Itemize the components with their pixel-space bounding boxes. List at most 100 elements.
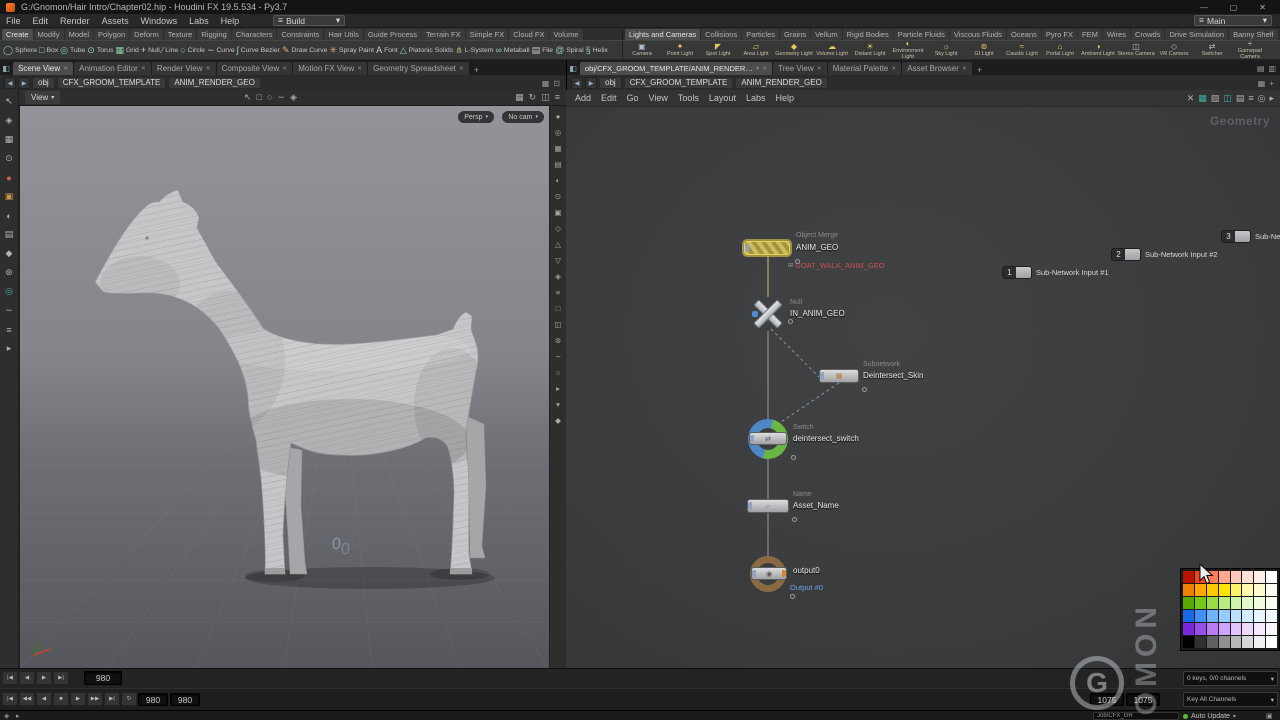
viewport-side-icon[interactable]: ◇ [552, 222, 564, 234]
playback-button[interactable]: ◀◀ [19, 692, 35, 706]
main-desktop-selector[interactable]: ≡ Main ▾ [1194, 15, 1272, 26]
display-flag[interactable] [752, 311, 758, 317]
forward-icon[interactable]: ▶ [18, 77, 30, 89]
breadcrumb-level2[interactable]: ANIM_RENDER_GEO [168, 77, 260, 89]
shelf-tool[interactable]: ⊙ Torus [87, 46, 113, 55]
shelf-tool[interactable]: ▣ Camera [623, 41, 661, 59]
shelf-tool[interactable]: ◇ VR Camera [1155, 41, 1193, 59]
viewport-display-icon[interactable]: ≡ [555, 92, 560, 103]
color-swatch[interactable] [1231, 610, 1242, 622]
keys-info-dropdown[interactable]: 0 keys, 0/0 channels ▾ [1183, 671, 1278, 686]
color-swatch[interactable] [1231, 623, 1242, 635]
color-swatch[interactable] [1183, 597, 1194, 609]
pane-tab[interactable]: Material Palette ✕ [828, 62, 902, 75]
network-menu-item[interactable]: Edit [596, 93, 622, 103]
playback-start-field[interactable]: 980 [170, 693, 200, 706]
viewport-side-icon[interactable]: ≡ [552, 286, 564, 298]
node-deintersect-skin[interactable]: ▦ [819, 369, 859, 383]
shelf-tool[interactable]: ≈ Caustic Light [1003, 41, 1041, 59]
frame-step-button[interactable]: ▶ [36, 671, 52, 685]
color-swatch[interactable] [1195, 610, 1206, 622]
node-asset-name[interactable]: ▱ [747, 499, 789, 513]
color-swatch[interactable] [1207, 584, 1218, 596]
color-swatch[interactable] [1242, 636, 1253, 648]
playback-end-field[interactable]: 1075 [1090, 693, 1124, 706]
viewport-side-icon[interactable]: ⊙ [552, 190, 564, 202]
shelf-tool[interactable]: ○ Circle [180, 46, 205, 55]
color-swatch[interactable] [1219, 571, 1230, 583]
node-flag-ring[interactable] [795, 259, 800, 264]
color-swatch[interactable] [1183, 623, 1194, 635]
left-toolbar-icon[interactable]: ◎ [3, 285, 16, 298]
viewport-side-icon[interactable]: ⊛ [552, 334, 564, 346]
viewport-side-icon[interactable]: ◫ [552, 318, 564, 330]
menu-item[interactable]: Windows [135, 16, 184, 26]
pane-tab[interactable]: Geometry Spreadsheet ✕ [368, 62, 469, 75]
shelf-tool[interactable]: ◆ Geometry Light [775, 41, 813, 59]
shelf-tab[interactable]: FEM [1078, 29, 1102, 40]
pane-tab[interactable]: Render View ✕ [152, 62, 216, 75]
color-swatch[interactable] [1266, 597, 1277, 609]
menu-item[interactable]: Edit [27, 16, 55, 26]
network-toolbar-icon[interactable]: ◎ [1258, 93, 1266, 104]
viewport-3d-scene[interactable] [20, 106, 550, 668]
color-swatch[interactable] [1195, 623, 1206, 635]
close-tab-icon[interactable]: ✕ [817, 65, 822, 72]
color-swatch[interactable] [1207, 623, 1218, 635]
viewport-tool-icon[interactable]: □ [257, 92, 262, 103]
shelf-tab[interactable]: Polygon [94, 29, 129, 40]
shelf-tool[interactable]: ▦ Grid [115, 46, 138, 55]
status-icon[interactable]: ▸ [16, 712, 20, 720]
viewport-side-icon[interactable]: ◈ [552, 270, 564, 282]
pane-split-icon[interactable]: ◧ [567, 63, 579, 75]
network-toolbar-icon[interactable]: ≡ [1248, 93, 1253, 104]
cook-mode-selector[interactable]: Auto Update ▾ [1183, 711, 1236, 720]
close-tab-icon[interactable]: ✕ [282, 65, 287, 72]
shelf-tool[interactable]: ☼ Sky Light [927, 41, 965, 59]
color-swatch[interactable] [1266, 571, 1277, 583]
menu-item[interactable]: Render [54, 16, 96, 26]
network-menu-item[interactable]: Help [770, 93, 799, 103]
viewport-tool-icon[interactable]: ○ [267, 92, 272, 103]
shelf-tab[interactable]: Pyro FX [1042, 29, 1077, 40]
left-toolbar-icon[interactable]: ▣ [3, 190, 16, 203]
viewport-side-icon[interactable]: ▽ [552, 254, 564, 266]
back-icon[interactable]: ◀ [4, 77, 16, 89]
shelf-tab[interactable]: Guide Process [364, 29, 421, 40]
range-start-field[interactable]: 980 [138, 693, 168, 706]
new-pane-tab-button[interactable]: + [973, 65, 986, 75]
shelf-tab[interactable]: Vellum [811, 29, 842, 40]
color-swatch[interactable] [1254, 584, 1265, 596]
playback-button[interactable]: |◀ [2, 692, 18, 706]
color-swatch[interactable] [1242, 623, 1253, 635]
shelf-tab[interactable]: Crowds [1131, 29, 1164, 40]
breadcrumb-level1[interactable]: CFX_GROOM_TEMPLATE [624, 77, 734, 89]
menu-item[interactable]: Help [215, 16, 246, 26]
shelf-tab[interactable]: Texture [164, 29, 197, 40]
shelf-tab[interactable]: Wires [1103, 29, 1130, 40]
color-swatch[interactable] [1231, 571, 1242, 583]
close-tab-icon[interactable]: ✕ [206, 65, 211, 72]
left-toolbar-icon[interactable]: ⊛ [3, 266, 16, 279]
plus-icon[interactable]: + [1269, 79, 1274, 88]
color-swatch[interactable] [1266, 610, 1277, 622]
scene-viewport[interactable]: Persp ▾ No cam ▾ 0 0 [20, 106, 550, 668]
network-path-tab[interactable]: obj/CFX_GROOM_TEMPLATE/ANIM_RENDER_GEO ▾… [580, 62, 772, 75]
viewport-side-icon[interactable]: ○ [552, 366, 564, 378]
status-icon[interactable]: ◈ [4, 712, 9, 720]
shelf-tool[interactable]: ▤ File [532, 46, 553, 55]
shelf-tab[interactable]: Grains [780, 29, 810, 40]
key-all-channels-dropdown[interactable]: Key All Channels ▾ [1183, 692, 1278, 707]
color-swatch[interactable] [1183, 610, 1194, 622]
color-swatch[interactable] [1207, 610, 1218, 622]
status-icon[interactable]: ▣ [1266, 712, 1273, 720]
color-swatch[interactable] [1219, 584, 1230, 596]
shelf-tab[interactable]: Particles [742, 29, 779, 40]
color-swatch[interactable] [1266, 636, 1277, 648]
shelf-tool[interactable]: + Gamepad Camera [1231, 41, 1269, 59]
close-tab-icon[interactable]: ✕ [63, 65, 68, 72]
network-toolbar-icon[interactable]: ▧ [1211, 93, 1220, 104]
shelf-tool[interactable]: ◯ Sphere [3, 46, 37, 55]
shelf-tab[interactable]: Drive Simulation [1165, 29, 1228, 40]
maximize-icon[interactable]: ▢ [1230, 3, 1238, 12]
